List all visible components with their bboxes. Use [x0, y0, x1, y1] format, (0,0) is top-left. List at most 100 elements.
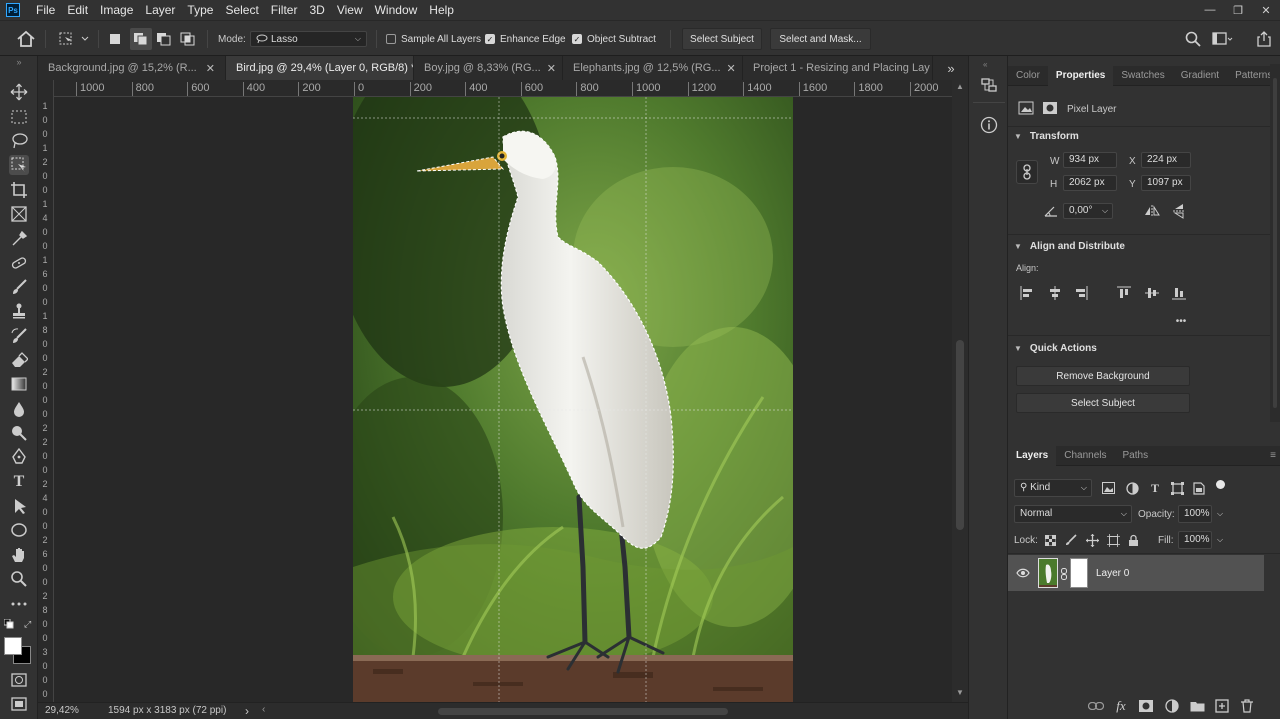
select-and-mask-button[interactable]: Select and Mask...	[770, 28, 871, 50]
toolbar-collapse-icon[interactable]: »	[9, 57, 29, 67]
history-brush-tool-icon[interactable]	[9, 326, 29, 346]
scroll-up-icon[interactable]: ▲	[956, 82, 964, 91]
mask-link-icon[interactable]	[1060, 567, 1068, 581]
opacity-field[interactable]: 100%	[1178, 505, 1212, 523]
fill-field[interactable]: 100%	[1178, 531, 1212, 549]
object-subtract-checkbox[interactable]: ✓ Object Subtract	[572, 21, 656, 57]
x-field[interactable]: 224 px	[1141, 152, 1191, 168]
object-selection-tool-preset-icon[interactable]	[58, 21, 92, 57]
scroll-down-icon[interactable]: ▼	[956, 688, 964, 697]
swap-colors-icon[interactable]: ⤢	[24, 619, 31, 630]
menu-filter[interactable]: Filter	[265, 0, 304, 20]
filter-adjustment-icon[interactable]	[1125, 481, 1139, 495]
bird-photo[interactable]	[353, 97, 793, 702]
scroll-left-icon[interactable]: ‹	[262, 704, 265, 715]
menu-help[interactable]: Help	[423, 0, 460, 20]
menu-type[interactable]: Type	[181, 0, 219, 20]
layer-row[interactable]: Layer 0	[1008, 555, 1264, 591]
restore-button[interactable]: ❐	[1224, 0, 1252, 20]
align-top-icon[interactable]	[1116, 285, 1132, 301]
menu-view[interactable]: View	[331, 0, 369, 20]
align-horizontal-center-icon[interactable]	[1047, 285, 1063, 301]
tab-project-1[interactable]: Project 1 - Resizing and Placing Lay	[743, 56, 933, 80]
new-selection-icon[interactable]	[108, 21, 122, 57]
close-window-button[interactable]: ✕	[1252, 0, 1280, 20]
close-icon[interactable]: ✕	[727, 62, 736, 75]
flip-vertical-icon[interactable]	[1171, 203, 1187, 219]
status-menu-arrow-icon[interactable]: ›	[245, 704, 249, 718]
marquee-tool-icon[interactable]	[9, 107, 29, 127]
tab-layers[interactable]: Layers	[1008, 445, 1057, 466]
quick-mask-icon[interactable]	[9, 670, 29, 690]
height-field[interactable]: 2062 px	[1063, 175, 1117, 191]
layers-panel-menu-icon[interactable]: ≡	[1262, 446, 1280, 466]
align-right-icon[interactable]	[1073, 285, 1089, 301]
new-adjustment-layer-icon[interactable]	[1164, 698, 1180, 714]
eye-icon[interactable]	[1016, 566, 1030, 580]
mode-select[interactable]: Lasso ⌵	[250, 31, 367, 47]
select-subject-quick-button[interactable]: Select Subject	[1016, 393, 1190, 413]
zoom-level[interactable]: 29,42%	[45, 705, 79, 716]
link-layers-icon[interactable]	[1088, 699, 1104, 713]
menu-layer[interactable]: Layer	[139, 0, 181, 20]
properties-scrollbar-thumb[interactable]	[1273, 78, 1277, 408]
collapse-strip-icon[interactable]: «	[983, 60, 987, 69]
zoom-tool-icon[interactable]	[9, 569, 29, 589]
more-options-icon[interactable]: •••	[1171, 314, 1191, 328]
layer-name[interactable]: Layer 0	[1096, 568, 1129, 579]
blend-mode-select[interactable]: Normal ⌵	[1014, 505, 1132, 523]
filter-pixel-icon[interactable]	[1101, 481, 1115, 495]
lock-artboard-icon[interactable]	[1106, 533, 1120, 547]
foreground-color-swatch[interactable]	[4, 637, 22, 655]
add-mask-icon[interactable]	[1138, 698, 1154, 714]
frame-tool-icon[interactable]	[9, 204, 29, 224]
new-layer-icon[interactable]	[1214, 698, 1230, 714]
vertical-ruler[interactable]: 1 0 0 1 2 0 0 1 4 0 0 1 6 0 0 1 8 0 0 2 0 0 0 2 2 0 0 2 4 0 0 2 6 0 0 2 8 0 0 3…	[38, 80, 54, 702]
align-section-header[interactable]: ▼ Align and Distribute	[1014, 241, 1125, 252]
path-selection-tool-icon[interactable]	[9, 496, 29, 516]
horizontal-ruler[interactable]: 1000 800 600 400 200 0 200 400 600 800 1000 1200 140…	[54, 80, 952, 97]
select-subject-button[interactable]: Select Subject	[682, 28, 762, 50]
close-icon[interactable]: ✕	[547, 62, 556, 75]
chevron-down-icon[interactable]: ⌵	[1214, 533, 1226, 547]
gradient-tool-icon[interactable]	[9, 374, 29, 394]
workspace-icon[interactable]	[1212, 21, 1234, 57]
quick-actions-section-header[interactable]: ▼ Quick Actions	[1014, 343, 1097, 354]
menu-edit[interactable]: Edit	[61, 0, 94, 20]
blur-tool-icon[interactable]	[9, 399, 29, 419]
align-left-icon[interactable]	[1019, 285, 1035, 301]
pen-tool-icon[interactable]	[9, 447, 29, 467]
lasso-tool-icon[interactable]	[9, 131, 29, 151]
menu-select[interactable]: Select	[219, 0, 264, 20]
tab-background[interactable]: Background.jpg @ 15,2% (R... ✕	[38, 56, 226, 80]
ellipse-tool-icon[interactable]	[9, 520, 29, 540]
filter-type-icon[interactable]: T	[1148, 481, 1162, 495]
eraser-tool-icon[interactable]	[9, 350, 29, 370]
intersect-selection-icon[interactable]	[180, 21, 196, 57]
menu-file[interactable]: File	[30, 0, 61, 20]
link-icon[interactable]	[1016, 160, 1038, 184]
filter-smart-object-icon[interactable]	[1192, 481, 1206, 495]
delete-layer-icon[interactable]	[1239, 698, 1255, 714]
align-bottom-icon[interactable]	[1171, 285, 1187, 301]
tabs-overflow-icon[interactable]: »	[933, 56, 969, 80]
lock-image-pixels-icon[interactable]	[1065, 533, 1077, 547]
menu-image[interactable]: Image	[94, 0, 139, 20]
flip-horizontal-icon[interactable]	[1144, 203, 1160, 219]
tab-boy[interactable]: Boy.jpg @ 8,33% (RG... ✕	[414, 56, 563, 80]
info-icon[interactable]	[980, 116, 998, 134]
search-icon[interactable]	[1185, 21, 1201, 57]
filter-toggle-switch[interactable]	[1216, 480, 1225, 489]
object-selection-tool-icon[interactable]	[9, 155, 29, 175]
tab-gradient[interactable]: Gradient	[1173, 66, 1227, 86]
document-info[interactable]: 1594 px x 3183 px (72 ppi)	[108, 705, 226, 716]
clone-stamp-tool-icon[interactable]	[9, 301, 29, 321]
new-group-icon[interactable]	[1189, 698, 1205, 714]
share-icon[interactable]	[1257, 21, 1271, 57]
enhance-edge-checkbox[interactable]: ✓ Enhance Edge	[485, 21, 566, 57]
tab-color[interactable]: Color	[1008, 66, 1048, 86]
horizontal-scrollbar[interactable]: ‹	[258, 704, 958, 717]
tab-elephants[interactable]: Elephants.jpg @ 12,5% (RG... ✕	[563, 56, 743, 80]
width-field[interactable]: 934 px	[1063, 152, 1117, 168]
menu-3d[interactable]: 3D	[303, 0, 330, 20]
